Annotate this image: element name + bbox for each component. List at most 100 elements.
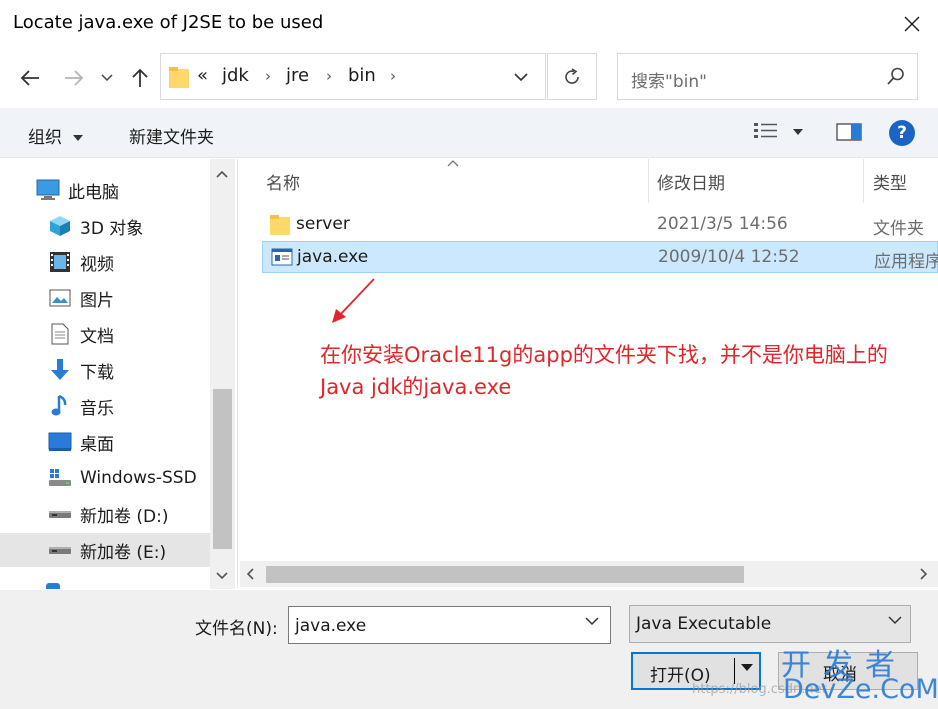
column-header-date[interactable]: 修改日期 <box>657 169 725 194</box>
column-divider[interactable] <box>648 159 649 203</box>
sidebar-item-windows-ssd[interactable]: Windows-SSD <box>0 461 210 495</box>
forward-arrow-icon <box>65 70 84 86</box>
file-list-hscrollbar[interactable] <box>240 561 938 587</box>
sidebar-item-drive-e[interactable]: 新加卷 (E:) <box>0 533 210 567</box>
breadcrumb-separator-icon[interactable]: › <box>390 67 396 85</box>
refresh-icon <box>565 67 579 84</box>
organize-label: 组织 <box>28 128 62 148</box>
sidebar-item-downloads[interactable]: 下载 <box>0 353 210 387</box>
chevron-down-icon <box>888 616 902 625</box>
file-list: 名称 修改日期 类型 server 2021/3/5 14:56 文件夹 jav… <box>240 159 938 589</box>
split-divider <box>734 658 735 684</box>
breadcrumb-jdk[interactable]: jdk <box>222 65 249 86</box>
file-date: 2021/3/5 14:56 <box>657 214 788 234</box>
scroll-left-icon[interactable] <box>246 568 254 580</box>
sidebar-item-3d-objects[interactable]: 3D 对象 <box>0 209 210 243</box>
computer-icon <box>36 178 60 202</box>
title-bar: Locate java.exe of J2SE to be used <box>0 0 938 46</box>
sidebar-item-label: 新加卷 (D:) <box>80 506 169 527</box>
breadcrumb-jre[interactable]: jre <box>286 65 309 86</box>
organize-menu[interactable]: 组织 <box>28 123 84 148</box>
file-name: server <box>296 214 350 234</box>
address-overflow[interactable]: « <box>197 65 208 86</box>
drive-icon <box>48 502 72 526</box>
search-input[interactable]: 搜索"bin" <box>631 67 707 92</box>
watermark-logo-en: DevZe.CoM <box>783 674 938 705</box>
annotation-text: 在你安装Oracle11g的app的文件夹下找，并不是你电脑上的Java jdk… <box>320 343 888 399</box>
help-icon[interactable]: ? <box>889 120 915 146</box>
sidebar-item-label: 下载 <box>80 362 114 383</box>
back-button[interactable] <box>16 64 44 92</box>
scroll-down-icon[interactable] <box>215 569 229 583</box>
file-type-select[interactable]: Java Executable <box>629 605 911 643</box>
search-box[interactable]: 搜索"bin" <box>617 53 918 100</box>
file-row-server[interactable]: server 2021/3/5 14:56 文件夹 <box>262 209 938 241</box>
close-button[interactable] <box>893 10 931 38</box>
back-arrow-icon <box>20 70 39 86</box>
download-icon <box>48 358 72 382</box>
folder-icon <box>169 67 189 88</box>
file-row-java-exe[interactable]: java.exe 2009/10/4 12:52 应用程序 <box>262 241 938 273</box>
navigation-pane: 此电脑 3D 对象 视频 图片 文档 下载 音乐 桌面 Windows-SSD … <box>0 159 238 589</box>
chevron-down-icon <box>514 72 528 81</box>
sidebar-item-label: 新加卷 (E:) <box>80 542 167 563</box>
system-drive-icon <box>48 466 72 490</box>
sidebar-item-label: 此电脑 <box>68 182 119 203</box>
up-arrow-icon <box>132 68 148 87</box>
sidebar-item-label: 文档 <box>80 326 114 347</box>
refresh-button[interactable] <box>547 53 597 100</box>
column-divider[interactable] <box>863 159 864 203</box>
music-icon <box>48 394 72 418</box>
sort-ascending-icon <box>447 160 459 167</box>
view-options-button[interactable] <box>754 122 804 145</box>
chevron-down-icon <box>101 74 113 82</box>
scroll-right-icon[interactable] <box>920 568 928 580</box>
up-button[interactable] <box>126 64 154 92</box>
caret-down-icon[interactable] <box>741 664 753 672</box>
picture-icon <box>48 286 72 310</box>
address-history-dropdown[interactable] <box>507 65 535 89</box>
forward-button[interactable] <box>60 64 88 92</box>
breadcrumb-bin[interactable]: bin <box>348 65 376 86</box>
sidebar-item-music[interactable]: 音乐 <box>0 389 210 423</box>
search-icon[interactable] <box>886 66 906 86</box>
column-header-name[interactable]: 名称 <box>266 169 300 194</box>
file-type: 应用程序 <box>874 252 938 272</box>
sidebar-item-documents[interactable]: 文档 <box>0 317 210 351</box>
sidebar-item-this-pc[interactable]: 此电脑 <box>0 173 210 207</box>
annotation-arrow-icon <box>332 278 375 323</box>
sidebar-item-pictures[interactable]: 图片 <box>0 281 210 315</box>
sidebar-item-label: 音乐 <box>80 398 114 419</box>
sidebar-item-label: Windows-SSD <box>80 468 197 488</box>
sidebar-item-label: 桌面 <box>80 434 114 455</box>
sidebar-item-label: 视频 <box>80 254 114 275</box>
breadcrumb-separator-icon[interactable]: › <box>326 67 332 85</box>
cube-icon <box>48 214 72 238</box>
network-icon <box>46 583 60 589</box>
sidebar-item-desktop[interactable]: 桌面 <box>0 425 210 459</box>
filename-value: java.exe <box>295 616 367 636</box>
drive-icon <box>48 538 72 562</box>
sidebar-scroll-thumb[interactable] <box>213 389 232 549</box>
sidebar-item-drive-d[interactable]: 新加卷 (D:) <box>0 497 210 531</box>
file-list-scroll-thumb[interactable] <box>266 566 744 583</box>
filename-field[interactable]: java.exe <box>288 606 611 644</box>
file-date: 2009/10/4 12:52 <box>658 247 800 267</box>
new-folder-button[interactable]: 新建文件夹 <box>129 123 214 148</box>
exe-icon <box>271 248 293 266</box>
chevron-down-icon[interactable] <box>585 617 599 626</box>
desktop-icon <box>48 430 72 454</box>
folder-icon <box>270 215 290 235</box>
recent-locations-button[interactable] <box>96 64 118 92</box>
sidebar-item-videos[interactable]: 视频 <box>0 245 210 279</box>
scroll-up-icon[interactable] <box>215 167 229 181</box>
document-icon <box>48 322 72 346</box>
file-type-value: Java Executable <box>636 614 772 634</box>
address-bar[interactable]: « jdk › jre › bin › <box>160 53 546 100</box>
sidebar-item-label: 3D 对象 <box>80 218 144 239</box>
breadcrumb-separator-icon[interactable]: › <box>265 67 271 85</box>
sidebar-item-label: 图片 <box>80 290 114 311</box>
preview-pane-button[interactable] <box>836 122 862 147</box>
column-header-type[interactable]: 类型 <box>873 169 907 194</box>
sidebar-scrollbar[interactable] <box>210 159 235 589</box>
